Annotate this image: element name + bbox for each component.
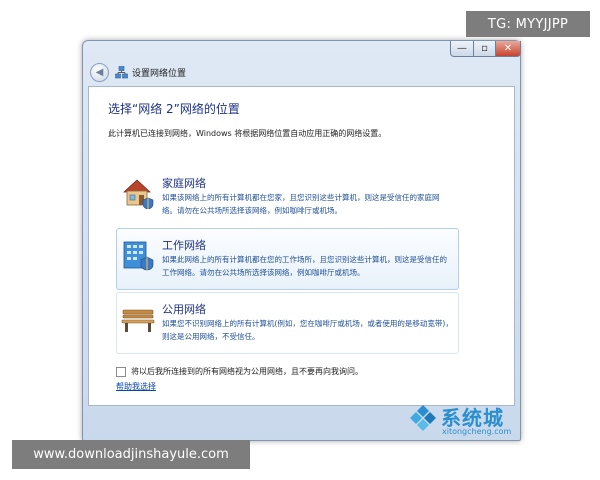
public-network-option[interactable]: 公用网络 如果您不识别网络上的所有计算机(例如，您在咖啡厅或机场，或者使用的是移… [116, 292, 459, 354]
help-me-choose-link[interactable]: 帮助我选择 [116, 381, 156, 392]
work-network-title: 工作网络 [162, 239, 206, 252]
home-network-option[interactable]: 家庭网络 如果该网络上的所有计算机都在您家，且您识别这些计算机，则这是受信任的家… [116, 166, 459, 228]
work-network-option[interactable]: 工作网络 如果此网络上的所有计算机都在您的工作场所，且您识别这些计算机，则这是受… [116, 228, 459, 290]
telegram-tag-overlay: TG: MYYJJPP [466, 11, 590, 37]
network-location-window: — ▫ ✕ ◀ 设置网络位置 选择“网络 2”网络的位置 此计算机已连接到网络，… [82, 40, 521, 441]
logo-url-text: xitongcheng.com [442, 427, 512, 436]
title-bar: — ▫ ✕ [83, 41, 521, 59]
public-network-title: 公用网络 [162, 303, 206, 316]
logo-diamond-icon [410, 405, 436, 431]
work-network-description: 如果此网络上的所有计算机都在您的工作场所，且您识别这些计算机，则这是受信任的工作… [162, 255, 447, 277]
treat-all-public-checkbox-row[interactable]: 将以后我所连接到的所有网络视为公用网络，且不要再向我询问。 [116, 366, 363, 377]
minimize-button[interactable]: — [450, 41, 474, 57]
network-icon [115, 65, 128, 78]
treat-all-public-label: 将以后我所连接到的所有网络视为公用网络，且不要再向我询问。 [131, 367, 363, 376]
home-network-title: 家庭网络 [162, 177, 206, 190]
close-button[interactable]: ✕ [495, 41, 521, 57]
content-panel: 选择“网络 2”网络的位置 此计算机已连接到网络，Windows 将根据网络位置… [88, 86, 515, 406]
navigation-bar: ◀ 设置网络位置 [84, 59, 519, 85]
window-title: 设置网络位置 [132, 68, 187, 79]
public-network-description: 如果您不识别网络上的所有计算机(例如，您在咖啡厅或机场，或者使用的是移动宽带)，… [162, 319, 453, 341]
page-heading: 选择“网络 2”网络的位置 [108, 102, 240, 116]
maximize-button[interactable]: ▫ [473, 41, 496, 57]
page-description: 此计算机已连接到网络，Windows 将根据网络位置自动应用正确的网络设置。 [108, 129, 387, 138]
house-icon [122, 179, 154, 209]
office-icon [123, 241, 154, 271]
url-watermark-overlay: www.downloadjinshayule.com [12, 440, 250, 469]
treat-all-public-checkbox[interactable] [116, 366, 126, 377]
back-button[interactable]: ◀ [90, 62, 109, 82]
park-bench-icon [121, 309, 155, 332]
xitongcheng-logo: 系统城 xitongcheng.com [408, 402, 516, 442]
home-network-description: 如果该网络上的所有计算机都在您家，且您识别这些计算机，则这是受信任的家庭网络。请… [162, 193, 440, 215]
back-arrow-icon: ◀ [95, 66, 104, 78]
